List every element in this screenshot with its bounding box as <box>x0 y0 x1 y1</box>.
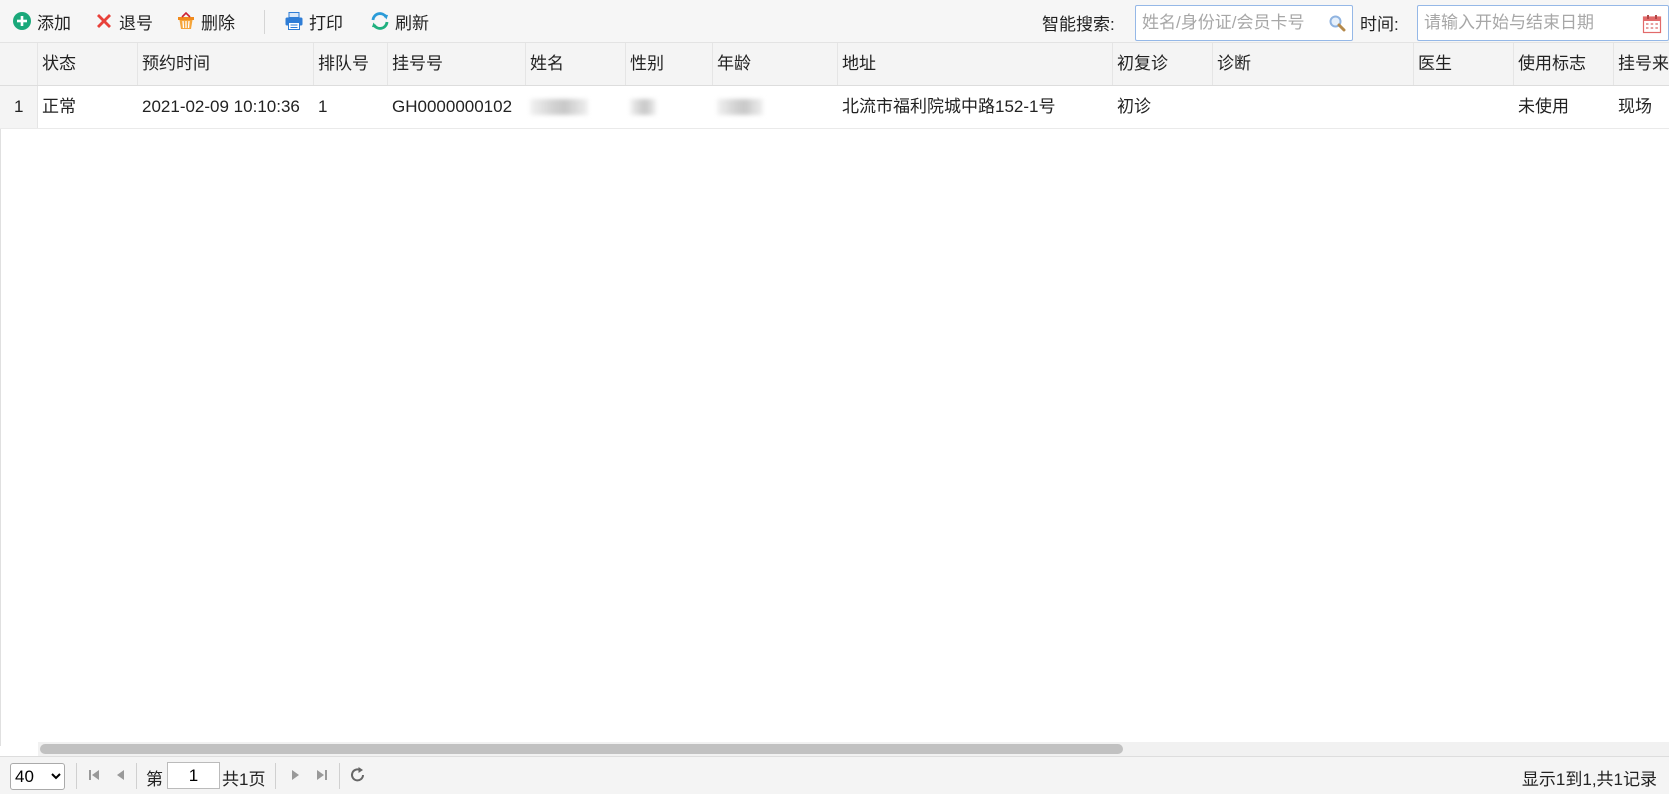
delete-button[interactable]: 删除 <box>176 8 235 34</box>
table-header: 状态 预约时间 排队号 挂号号 姓名 性别 年龄 地址 初复诊 诊断 医生 使用… <box>0 43 1669 86</box>
refund-button[interactable]: 退号 <box>94 8 153 34</box>
prev-page-icon[interactable] <box>114 765 128 785</box>
toolbar-divider <box>264 10 265 34</box>
column-header-diagnosis[interactable]: 诊断 <box>1213 43 1414 85</box>
horizontal-scrollbar[interactable] <box>38 742 1669 756</box>
pager-divider <box>136 763 137 789</box>
add-button[interactable]: 添加 <box>12 8 71 34</box>
pager-divider <box>339 763 340 789</box>
column-header-appointment-time[interactable]: 预约时间 <box>138 43 314 85</box>
row-number: 1 <box>0 86 38 128</box>
cell-doctor <box>1414 86 1514 128</box>
cell-usage-flag: 未使用 <box>1518 97 1569 116</box>
calendar-icon[interactable] <box>1642 14 1662 34</box>
first-page-icon[interactable] <box>86 765 102 785</box>
cell-appointment-time: 2021-02-09 10:10:36 <box>142 97 300 116</box>
cell-age <box>713 86 838 128</box>
refresh-icon <box>371 12 389 30</box>
cell-address: 北流市福利院城中路152-1号 <box>842 97 1056 116</box>
reload-icon[interactable] <box>349 765 367 785</box>
time-label: 时间: <box>1360 15 1399 34</box>
search-icon[interactable] <box>1328 14 1346 32</box>
printer-icon <box>285 12 303 30</box>
header-rownum-cell <box>0 43 38 85</box>
x-icon <box>97 14 111 28</box>
page-size-select[interactable]: 40 <box>10 763 65 790</box>
column-header-visit-type[interactable]: 初复诊 <box>1113 43 1213 85</box>
refresh-button[interactable]: 刷新 <box>370 8 429 34</box>
column-header-doctor[interactable]: 医生 <box>1414 43 1514 85</box>
add-label: 添加 <box>37 13 71 33</box>
trash-basket-icon <box>178 11 194 29</box>
page-prefix-label: 第 <box>146 770 163 789</box>
column-header-address[interactable]: 地址 <box>838 43 1113 85</box>
pagination-bar: 40 第 共1页 显示1到1,共1记录 <box>0 756 1669 794</box>
column-header-usage-flag[interactable]: 使用标志 <box>1514 43 1614 85</box>
column-header-age[interactable]: 年龄 <box>713 43 838 85</box>
scrollbar-thumb[interactable] <box>40 744 1123 754</box>
search-input[interactable] <box>1136 6 1316 40</box>
column-header-queue-no[interactable]: 排队号 <box>314 43 388 85</box>
column-header-source[interactable]: 挂号来 <box>1614 43 1669 85</box>
cell-gender <box>626 86 713 128</box>
plus-circle-icon <box>13 12 31 30</box>
pager-divider <box>275 763 276 789</box>
cell-source: 现场 <box>1618 97 1652 116</box>
toolbar: 添加 退号 删除 打印 刷新 智能搜索: 姓名/身份证/会员卡号 时间: 请输入… <box>0 0 1669 43</box>
pager-divider <box>76 763 77 789</box>
delete-label: 删除 <box>201 13 235 33</box>
column-header-reg-no[interactable]: 挂号号 <box>388 43 526 85</box>
next-page-icon[interactable] <box>288 765 302 785</box>
search-field[interactable] <box>1135 5 1353 41</box>
redacted-gender <box>630 98 656 115</box>
redacted-name <box>530 98 588 115</box>
print-label: 打印 <box>309 13 343 33</box>
cell-visit-type: 初诊 <box>1117 97 1151 116</box>
date-range-input[interactable] <box>1418 6 1638 40</box>
table-row[interactable]: 1 正常 2021-02-09 10:10:36 1 GH0000000102 … <box>0 86 1669 129</box>
current-page-input[interactable] <box>167 762 220 789</box>
column-header-name[interactable]: 姓名 <box>526 43 626 85</box>
last-page-icon[interactable] <box>314 765 330 785</box>
cell-name <box>526 86 626 128</box>
print-button[interactable]: 打印 <box>284 8 343 34</box>
cell-reg-no: GH0000000102 <box>392 97 513 116</box>
refund-label: 退号 <box>119 13 153 33</box>
refresh-label: 刷新 <box>395 13 429 33</box>
grid-left-border <box>0 129 1 746</box>
total-pages-label: 共1页 <box>222 770 266 789</box>
redacted-age <box>717 98 763 115</box>
record-summary: 显示1到1,共1记录 <box>1521 770 1657 789</box>
cell-status: 正常 <box>42 97 76 116</box>
column-header-status[interactable]: 状态 <box>38 43 138 85</box>
cell-diagnosis <box>1213 86 1414 128</box>
search-label: 智能搜索: <box>1042 15 1115 34</box>
date-range-field[interactable] <box>1417 5 1669 41</box>
column-header-gender[interactable]: 性别 <box>626 43 713 85</box>
cell-queue-no: 1 <box>318 97 328 116</box>
